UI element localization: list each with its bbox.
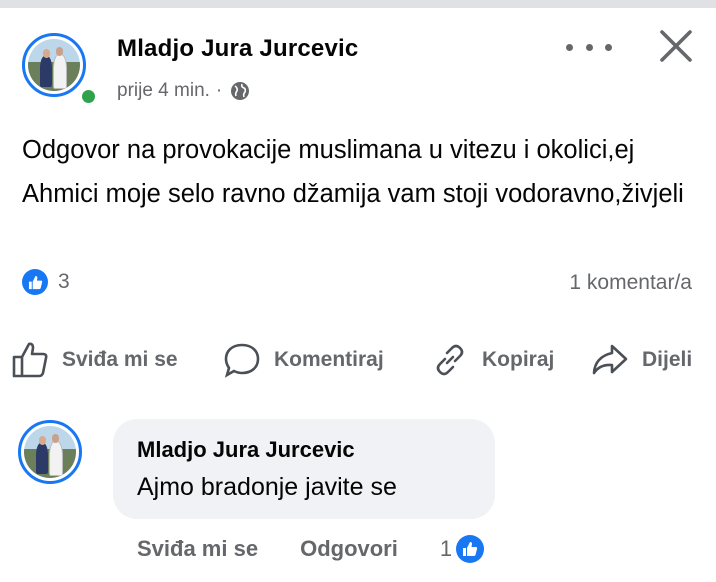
comment-button-label: Komentiraj: [274, 348, 384, 371]
copy-button[interactable]: Kopiraj: [430, 338, 554, 382]
comment-text: Ajmo bradonje javite se: [137, 473, 397, 501]
post-text: Odgovor na provokacije muslimana u vitez…: [22, 136, 684, 208]
reaction-count: 3: [58, 270, 70, 293]
meta-separator: ·: [215, 80, 223, 101]
post-meta: prije 4 min. ·: [117, 80, 250, 102]
close-icon[interactable]: [658, 28, 694, 64]
top-divider: [0, 0, 716, 8]
globe-icon: [231, 82, 250, 100]
post-timestamp[interactable]: prije 4 min.: [117, 80, 210, 102]
comment-bubble: [113, 419, 495, 519]
share-button-label: Dijeli: [642, 348, 693, 371]
author-avatar[interactable]: [22, 33, 86, 97]
comment-like-reaction-icon: [456, 535, 485, 563]
share-button[interactable]: Dijeli: [590, 338, 692, 382]
comment-button[interactable]: Komentiraj: [222, 338, 384, 382]
post-author-name[interactable]: Mladjo Jura Jurcevic: [117, 35, 358, 63]
comment-action-bar: Sviđa mi se Odgovori 1: [137, 535, 485, 563]
comment-like-count[interactable]: 1: [440, 536, 452, 562]
comment-reply-button[interactable]: Odgovori: [300, 536, 398, 562]
like-button-label: Sviđa mi se: [62, 348, 178, 371]
post-action-bar: Sviđa mi se Komentiraj Kopiraj Dijeli: [10, 338, 706, 382]
comment-author-name[interactable]: Mladjo Jura Jurcevic: [137, 437, 355, 463]
online-status-dot: [79, 87, 98, 106]
comment-count[interactable]: 1 komentar/a: [569, 271, 692, 295]
copy-icon: [436, 344, 464, 376]
more-icon[interactable]: [566, 39, 612, 55]
like-button[interactable]: Sviđa mi se: [10, 338, 178, 382]
like-reaction-icon: [22, 269, 48, 295]
copy-button-label: Kopiraj: [482, 348, 555, 371]
share-icon: [592, 344, 628, 375]
comment-icon: [224, 343, 260, 378]
reactions-summary[interactable]: 3: [22, 269, 70, 295]
commenter-avatar[interactable]: [18, 420, 82, 484]
like-icon: [12, 342, 48, 378]
comment-like-button[interactable]: Sviđa mi se: [137, 536, 258, 562]
